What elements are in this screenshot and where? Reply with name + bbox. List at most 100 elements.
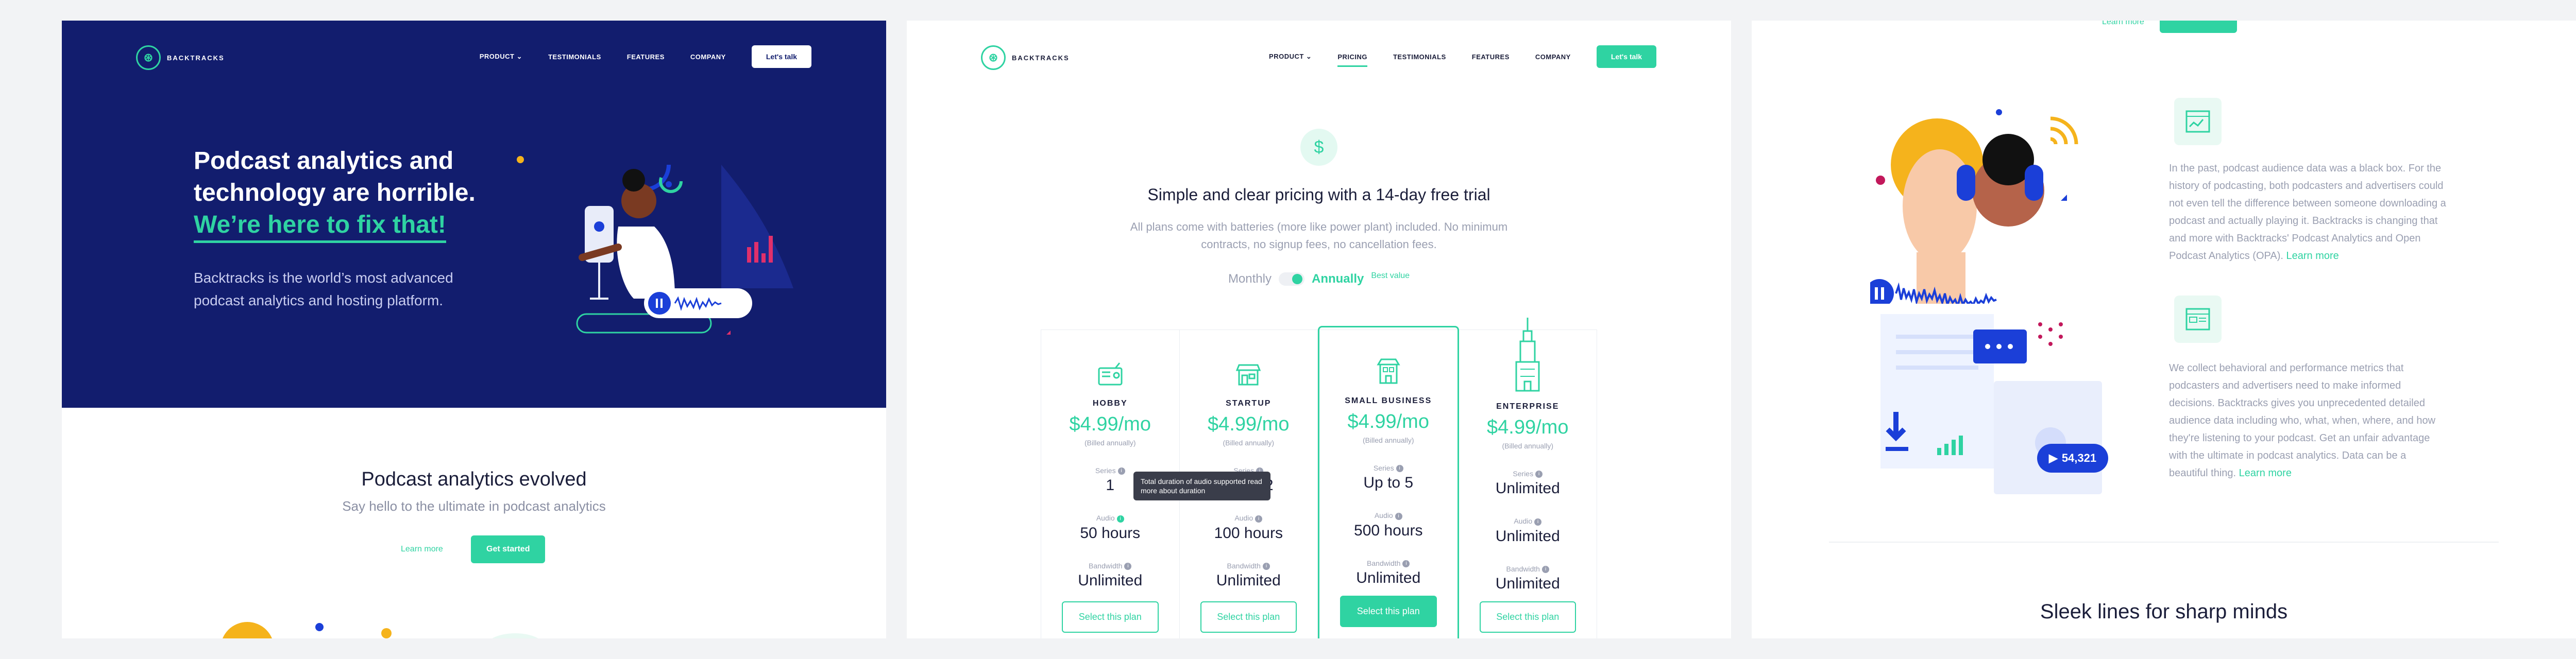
nav-testimonials[interactable]: TESTIMONIALS [548,53,601,61]
dollar-icon: $ [1300,129,1337,166]
info-icon[interactable]: i [1535,471,1543,478]
info-icon[interactable]: i [1534,518,1542,526]
logo-text: BACKTRACKS [167,54,225,62]
nav-company[interactable]: COMPANY [690,53,726,61]
info-icon[interactable]: i [1395,512,1402,520]
logo[interactable]: ⊛ BACKTRACKS [136,45,225,70]
lets-talk-button[interactable]: Let's talk [751,45,811,68]
audio-label: Audio i [1041,514,1179,523]
toggle-knob [1292,274,1302,284]
nav-product[interactable]: PRODUCT ⌄ [1269,53,1312,61]
audio-value: 50 hours [1080,524,1141,542]
nav-features[interactable]: FEATURES [627,53,665,61]
plan-price: $4.99/mo [1487,417,1569,438]
feature-text-2-body: We collect behavioral and performance me… [2169,362,2436,479]
hero-illustration [517,138,793,335]
main-nav: PRODUCT ⌄ PRICING TESTIMONIALS FEATURES … [1269,45,1656,68]
lets-talk-button[interactable]: Let's talk [1596,45,1656,68]
bandwidth-value: Unlimited [1078,571,1143,589]
logo[interactable]: ⊛ BACKTRACKS [981,45,1070,70]
building-icon [1377,358,1400,384]
plan-price: $4.99/mo [1208,413,1290,435]
series-value: Up to 5 [1363,474,1414,492]
billing-toggle: Monthly Annually Best value [907,271,1731,286]
learn-more-link[interactable]: Learn more [2102,21,2144,27]
logo-icon: ⊛ [981,45,1006,70]
hero-title-accent: We’re here to fix that! [194,212,446,243]
audio-value: 500 hours [1354,522,1423,539]
info-icon[interactable]: i [1255,515,1263,523]
best-value-badge: Best value [1371,271,1410,280]
nav-testimonials[interactable]: TESTIMONIALS [1393,53,1446,61]
info-icon[interactable]: i [1402,560,1410,567]
select-plan-button[interactable]: Select this plan [1479,601,1576,633]
audio-value: 100 hours [1214,524,1283,542]
storefront-icon [1236,364,1261,386]
nav-features[interactable]: FEATURES [1472,53,1510,61]
info-icon[interactable]: i [1396,465,1403,473]
info-icon[interactable]: i [1262,562,1270,570]
section-subtitle: Say hello to the ultimate in podcast ana… [342,498,606,514]
audio-label: Audio i [1319,511,1458,520]
billing-toggle-switch[interactable] [1278,272,1304,286]
info-icon[interactable]: i [1124,562,1132,570]
hero-title: Podcast analytics and technology are hor… [194,145,513,243]
info-icon[interactable]: i [1117,467,1125,475]
hero-section: ⊛ BACKTRACKS PRODUCT ⌄ TESTIMONIALS FEAT… [62,21,886,408]
series-value: Unlimited [1495,480,1560,497]
select-plan-button[interactable]: Select this plan [1200,601,1297,633]
nav-pricing[interactable]: PRICING [1337,53,1367,67]
dashboard-illustration [1880,314,2102,494]
info-icon[interactable]: i [1116,515,1124,523]
plan-billed: (Billed annually) [1223,439,1275,447]
data-window-icon [2174,296,2222,343]
feature-text-2: We collect behavioral and performance me… [2169,359,2447,482]
play-count-badge[interactable]: ▶ 54,321 [2037,444,2108,473]
info-icon[interactable]: i [1541,565,1549,573]
plan-price: $4.99/mo [1347,411,1429,432]
pricing-description: All plans come with batteries (more like… [1130,220,1508,251]
audio-label: Audio i [1180,514,1318,523]
analytics-window-icon [2174,98,2222,145]
toggle-annually-label[interactable]: Annually [1312,272,1364,286]
hero-title-line2: technology are horrible. [194,179,476,206]
bandwidth-label: Bandwidth i [1180,562,1318,570]
plan-name: SMALL BUSINESS [1345,396,1432,405]
learn-more-link[interactable]: Learn more [401,545,443,554]
bottom-illustration-peek [223,622,538,638]
bandwidth-value: Unlimited [1495,575,1560,592]
homepage-panel: ⊛ BACKTRACKS PRODUCT ⌄ TESTIMONIALS FEAT… [62,21,886,638]
features-panel: Learn more ▶ 54,321 In the past, podcast… [1752,21,2576,638]
logo-text: BACKTRACKS [1012,54,1070,62]
hero-title-line1: Podcast analytics and [194,147,454,175]
nav-product[interactable]: PRODUCT ⌄ [480,53,522,61]
hero-subtitle: Backtracks is the world’s most advanced … [194,270,453,308]
plan-price: $4.99/mo [1069,413,1151,435]
section-divider [1829,542,2499,543]
get-started-button-partial[interactable] [2160,21,2237,33]
pricing-title: Simple and clear pricing with a 14-day f… [1147,185,1490,204]
bandwidth-value: Unlimited [1216,571,1281,589]
select-plan-button[interactable]: Select this plan [1062,601,1159,633]
plan-name: ENTERPRISE [1496,402,1560,411]
bandwidth-label: Bandwidth i [1459,565,1597,573]
get-started-button[interactable]: Get started [471,535,546,563]
radio-icon [1098,362,1123,386]
plan-name: STARTUP [1226,399,1272,408]
audio-tooltip: Total duration of audio supported read m… [1133,472,1270,500]
toggle-monthly-label[interactable]: Monthly [1228,272,1272,286]
play-icon: ▶ [2048,452,2058,464]
plan-billed: (Billed annually) [1362,436,1414,444]
feature-text-1: In the past, podcast audience data was a… [2169,160,2447,265]
nav-company[interactable]: COMPANY [1535,53,1571,61]
learn-more-link[interactable]: Learn more [2286,250,2339,262]
learn-more-link[interactable]: Learn more [2239,467,2292,479]
logo-icon: ⊛ [136,45,161,70]
plan-small-business: SMALL BUSINESS $4.99/mo (Billed annually… [1318,326,1459,638]
plan-billed: (Billed annually) [1502,442,1554,450]
bandwidth-label: Bandwidth i [1319,559,1458,567]
section-title: Podcast analytics evolved [361,469,587,490]
select-plan-button[interactable]: Select this plan [1340,596,1437,627]
pricing-plans: HOBBY $4.99/mo (Billed annually) Series i… [1041,318,1597,638]
bandwidth-label: Bandwidth i [1041,562,1179,570]
